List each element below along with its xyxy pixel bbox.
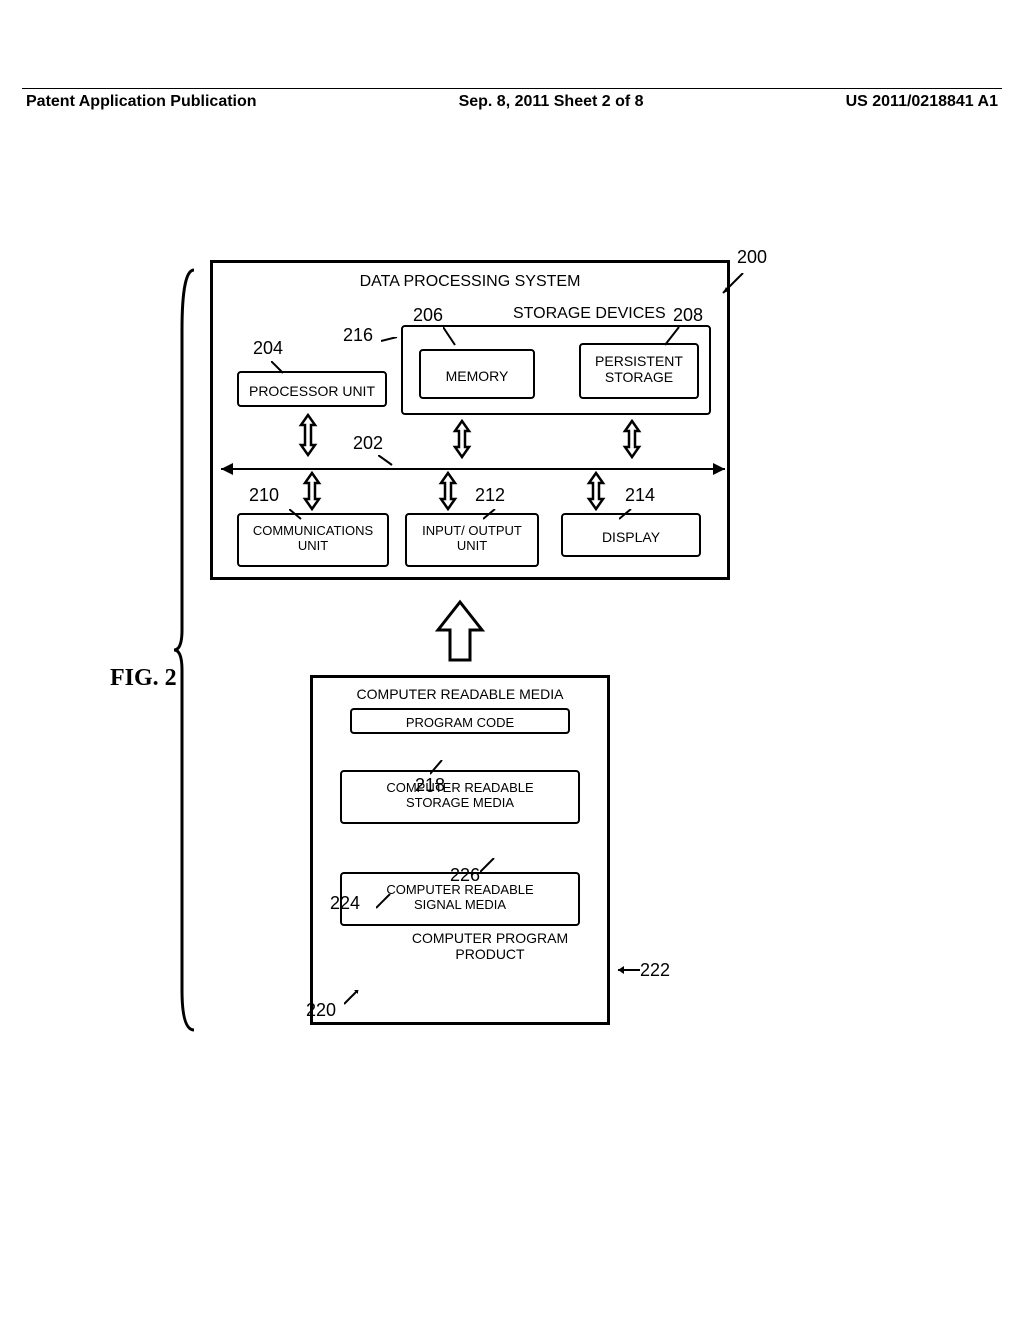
- header-right: US 2011/0218841 A1: [846, 93, 998, 111]
- communications-unit-box: COMMUNICATIONS UNIT: [237, 513, 389, 567]
- ref-206: 206: [413, 305, 443, 326]
- comm-l2: UNIT: [239, 538, 387, 553]
- cpp-l2: PRODUCT: [373, 946, 607, 962]
- up-arrow-icon: [430, 598, 490, 668]
- crsm-l1: COMPUTER READABLE: [342, 780, 578, 795]
- crm-title: COMPUTER READABLE MEDIA: [313, 686, 607, 702]
- dps-title: DATA PROCESSING SYSTEM: [213, 273, 727, 291]
- display-box: DISPLAY: [561, 513, 701, 557]
- program-code-box: PROGRAM CODE: [350, 708, 570, 734]
- storage-devices-label: STORAGE DEVICES: [513, 305, 666, 323]
- figure-label: FIG. 2: [110, 665, 177, 692]
- ref-222: 222: [640, 960, 670, 981]
- bus-arrow-icon: [295, 411, 321, 459]
- ref-224: 224: [330, 893, 360, 914]
- bus-arrow-icon: [619, 419, 645, 459]
- persistent-storage-box: PERSISTENT STORAGE: [579, 343, 699, 399]
- ref-224-leader-icon: [376, 894, 392, 910]
- header-left: Patent Application Publication: [26, 93, 257, 111]
- ref-226-leader-icon: [480, 858, 496, 874]
- cpp-l1: COMPUTER PROGRAM: [373, 930, 607, 946]
- computer-readable-storage-media-box: COMPUTER READABLE STORAGE MEDIA: [340, 770, 580, 824]
- crsm-l2: STORAGE MEDIA: [342, 795, 578, 810]
- ref-222-leader-icon: [616, 962, 642, 978]
- header-row: Patent Application Publication Sep. 8, 2…: [22, 93, 1002, 111]
- computer-program-product-label: COMPUTER PROGRAM PRODUCT: [313, 930, 607, 962]
- page-header: Patent Application Publication Sep. 8, 2…: [0, 88, 1024, 111]
- header-rule: [22, 88, 1002, 89]
- ref-202: 202: [353, 433, 383, 454]
- ref-210: 210: [249, 485, 279, 506]
- ref-204: 204: [253, 338, 283, 359]
- bus-arrow-icon: [435, 471, 461, 511]
- bus-arrow-icon: [449, 419, 475, 459]
- io-l2: UNIT: [407, 538, 537, 553]
- ref-218: 218: [415, 775, 445, 796]
- comm-l1: COMMUNICATIONS: [239, 523, 387, 538]
- ref-226: 226: [450, 865, 480, 886]
- ref-212: 212: [475, 485, 505, 506]
- processor-unit-box: PROCESSOR UNIT: [237, 371, 387, 407]
- bus-arrow-icon: [299, 471, 325, 511]
- ref-218-leader-icon: [430, 760, 446, 776]
- io-l1: INPUT/ OUTPUT: [407, 523, 537, 538]
- system-bus-icon: [221, 461, 725, 477]
- io-unit-box: INPUT/ OUTPUT UNIT: [405, 513, 539, 567]
- computer-program-product-box: COMPUTER READABLE MEDIA PROGRAM CODE COM…: [310, 675, 610, 1025]
- memory-box: MEMORY: [419, 349, 535, 399]
- ref-216-leader-icon: [381, 337, 401, 351]
- ref-200-leader-icon: [721, 273, 749, 297]
- storage-devices-panel: MEMORY PERSISTENT STORAGE: [401, 325, 711, 415]
- ref-214: 214: [625, 485, 655, 506]
- header-center: Sep. 8, 2011 Sheet 2 of 8: [459, 93, 644, 111]
- persistent-storage-l1: PERSISTENT: [581, 353, 697, 369]
- curly-brace-icon: [174, 250, 198, 1050]
- page: Patent Application Publication Sep. 8, 2…: [0, 0, 1024, 1320]
- ref-220: 220: [306, 1000, 336, 1021]
- ref-216: 216: [343, 325, 373, 346]
- ref-208: 208: [673, 305, 703, 326]
- ref-200: 200: [737, 247, 767, 268]
- data-processing-system-box: DATA PROCESSING SYSTEM STORAGE DEVICES 2…: [210, 260, 730, 580]
- ref-220-leader-icon: [344, 990, 360, 1006]
- bus-arrow-icon: [583, 471, 609, 511]
- persistent-storage-l2: STORAGE: [581, 369, 697, 385]
